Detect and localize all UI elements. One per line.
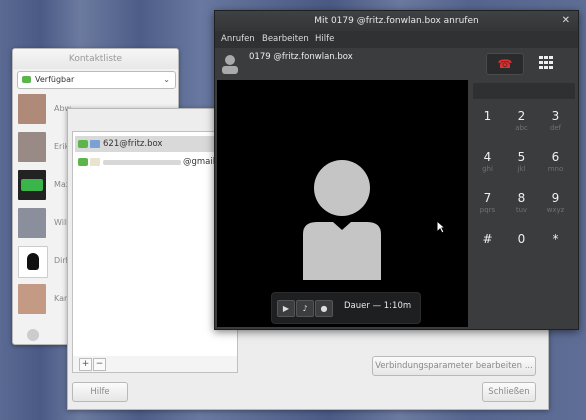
microphone-button[interactable]: ●: [315, 300, 333, 317]
key-digit: 1: [483, 109, 492, 123]
avatar: [18, 94, 46, 124]
key-digit: 2: [517, 109, 526, 123]
key-letters: ghi: [482, 165, 493, 173]
dialpad-key-5[interactable]: 5 jkl: [505, 146, 538, 183]
call-controls: ▶ ♪ ● Dauer — 1:10m: [271, 292, 421, 324]
menubar: Anrufen Bearbeiten Hilfe: [215, 31, 578, 48]
dialpad-icon[interactable]: [538, 55, 554, 71]
hangup-icon: ☎: [497, 57, 513, 71]
available-icon: [78, 140, 88, 148]
close-icon[interactable]: ✕: [562, 11, 570, 31]
help-button[interactable]: Hilfe: [72, 382, 128, 402]
chevron-down-icon: ⌄: [163, 75, 170, 84]
android-logo-icon: [21, 179, 43, 191]
avatar: [27, 329, 39, 341]
call-duration: Dauer — 1:10m: [344, 301, 412, 311]
key-digit: #: [482, 232, 493, 246]
avatar: [18, 284, 46, 314]
dialpad-key-3[interactable]: 3 def: [539, 105, 572, 142]
dialpad-key-6[interactable]: 6 mno: [539, 146, 572, 183]
dialpad-display: [473, 83, 575, 99]
presence-status-select[interactable]: Verfügbar ⌄: [17, 71, 176, 89]
contact-list-title: Kontaktliste: [13, 49, 178, 69]
account-item[interactable]: @gmail.c: [75, 154, 235, 170]
call-window-titlebar: Mit 0179 @fritz.fonwlan.box anrufen ✕: [215, 11, 578, 31]
key-digit: *: [552, 232, 559, 246]
dialpad-key-7[interactable]: 7 pqrs: [471, 187, 504, 224]
key-digit: 4: [483, 150, 492, 164]
dialpad: 1 2 abc 3 def 4 ghi 5 jkl 6 mno 7 pqrs 8 tuv 9w…: [469, 80, 578, 329]
presence-status-label: Verfügbar: [35, 75, 75, 84]
call-header: 0179 @fritz.fonwlan.box ☎: [215, 48, 578, 80]
menu-anrufen[interactable]: Anrufen: [221, 34, 255, 44]
add-account-button[interactable]: +: [79, 358, 92, 371]
menu-hilfe[interactable]: Hilfe: [315, 34, 334, 44]
edit-connection-button[interactable]: Verbindungsparameter bearbeiten ...: [372, 356, 536, 376]
person-icon: [222, 55, 238, 74]
key-digit: 3: [551, 109, 560, 123]
key-letters: pqrs: [479, 206, 496, 214]
video-area: ▶ ♪ ● Dauer — 1:10m: [217, 80, 468, 327]
avatar: [18, 132, 46, 162]
remove-account-button[interactable]: −: [93, 358, 106, 371]
key-digit: 0: [517, 232, 526, 246]
tux-icon: [27, 253, 39, 270]
avatar: [18, 246, 48, 278]
avatar: [18, 208, 46, 238]
available-icon: [78, 158, 88, 166]
gmail-icon: [90, 158, 100, 166]
sip-icon: [90, 140, 100, 148]
menu-bearbeiten[interactable]: Bearbeiten: [262, 34, 309, 44]
account-label: 621@fritz.box: [103, 139, 163, 149]
call-address: 0179 @fritz.fonwlan.box: [249, 52, 353, 62]
account-toolbar: + −: [72, 356, 238, 373]
video-camera-button[interactable]: ▶: [277, 300, 295, 317]
key-letters: jkl: [517, 165, 526, 173]
dialpad-key-4[interactable]: 4 ghi: [471, 146, 504, 183]
avatar-placeholder-icon: [303, 160, 381, 280]
hangup-button[interactable]: ☎: [486, 53, 524, 75]
key-digit: 8: [517, 191, 526, 205]
dialpad-key-9[interactable]: 9 wxyz: [539, 187, 572, 224]
key-letters: wxyz: [546, 206, 565, 214]
dialpad-key-hash[interactable]: #: [471, 228, 504, 265]
dialpad-key-star[interactable]: *: [539, 228, 572, 265]
dialpad-key-2[interactable]: 2 abc: [505, 105, 538, 142]
key-letters: mno: [547, 165, 564, 173]
key-digit: 5: [517, 150, 526, 164]
call-window-title: Mit 0179 @fritz.fonwlan.box anrufen: [314, 16, 479, 26]
key-digit: 6: [551, 150, 560, 164]
volume-button[interactable]: ♪: [296, 300, 314, 317]
key-letters: abc: [515, 124, 528, 132]
available-icon: [22, 76, 31, 83]
avatar: [18, 170, 46, 200]
key-letters: def: [549, 124, 562, 132]
contact-name: Kar: [54, 294, 68, 303]
key-letters: tuv: [515, 206, 528, 214]
call-window: Mit 0179 @fritz.fonwlan.box anrufen ✕ An…: [214, 10, 579, 330]
key-digit: 7: [483, 191, 492, 205]
close-button[interactable]: Schließen: [482, 382, 536, 402]
dialpad-key-0[interactable]: 0: [505, 228, 538, 265]
account-item[interactable]: 621@fritz.box: [75, 136, 235, 152]
key-digit: 9: [551, 191, 560, 205]
redacted-text: [103, 160, 181, 165]
mouse-cursor-icon: [436, 220, 446, 234]
dialpad-key-8[interactable]: 8 tuv: [505, 187, 538, 224]
dialpad-key-1[interactable]: 1: [471, 105, 504, 142]
